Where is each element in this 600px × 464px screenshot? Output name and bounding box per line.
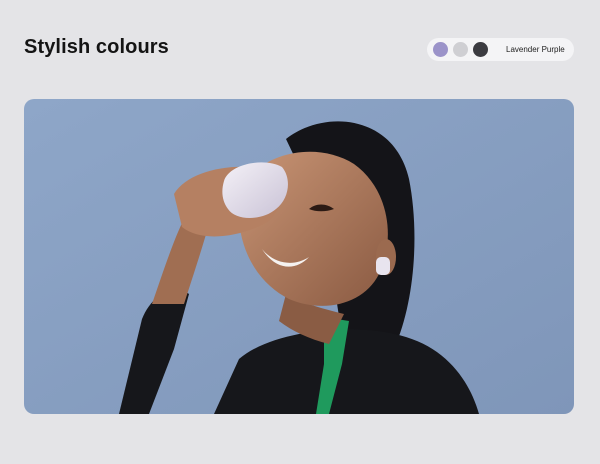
- swatch-dark-grey[interactable]: [473, 42, 488, 57]
- color-picker: Lavender Purple: [427, 38, 574, 61]
- earbud: [376, 257, 390, 275]
- page-title: Stylish colours: [24, 36, 169, 58]
- swatch-light-grey[interactable]: [453, 42, 468, 57]
- hero-image: [24, 99, 574, 414]
- swatch-lavender[interactable]: [433, 42, 448, 57]
- hero-illustration: [24, 99, 574, 414]
- selected-color-label: Lavender Purple: [506, 45, 565, 54]
